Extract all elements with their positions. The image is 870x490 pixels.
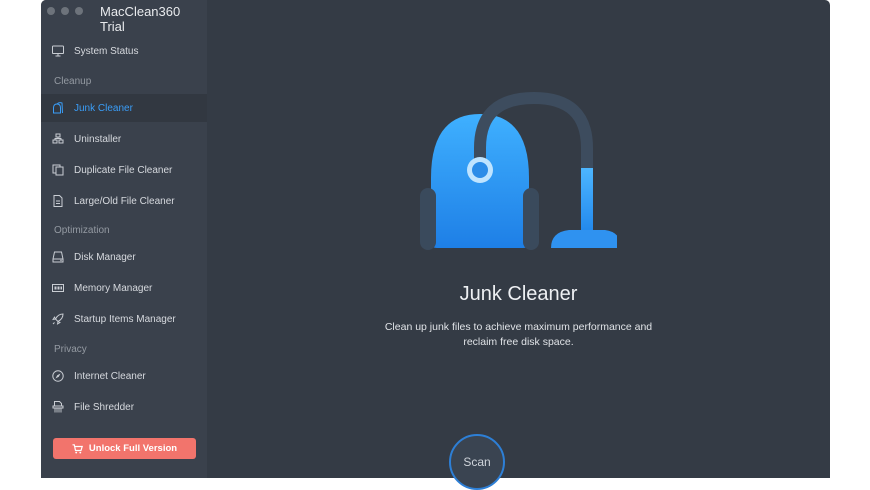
page-description: Clean up junk files to achieve maximum p… — [207, 320, 830, 350]
vacuum-icon — [53, 102, 63, 114]
rocket-icon — [52, 313, 64, 325]
sidebar: MacClean360 Trial System Status Cleanup … — [41, 0, 207, 478]
sidebar-item-uninstaller[interactable]: Uninstaller — [41, 125, 207, 153]
sidebar-item-duplicate-file-cleaner[interactable]: Duplicate File Cleaner — [41, 156, 207, 184]
cart-icon — [72, 443, 83, 453]
file-icon — [53, 195, 63, 207]
close-window-button[interactable] — [47, 7, 55, 15]
sidebar-item-label: File Shredder — [74, 401, 135, 413]
monitor-icon — [52, 45, 64, 57]
sidebar-item-label: Duplicate File Cleaner — [74, 164, 173, 176]
compass-icon — [52, 370, 64, 382]
sidebar-item-label: Memory Manager — [74, 282, 153, 294]
shredder-icon — [52, 401, 64, 413]
sidebar-item-label: Startup Items Manager — [74, 313, 176, 325]
sidebar-item-internet-cleaner[interactable]: Internet Cleaner — [41, 362, 207, 390]
scan-button[interactable]: Scan — [449, 434, 505, 490]
section-label-privacy: Privacy — [54, 344, 87, 355]
uninstaller-icon — [52, 133, 64, 144]
sidebar-item-label: Large/Old File Cleaner — [74, 195, 175, 207]
sidebar-item-system-status[interactable]: System Status — [41, 37, 207, 65]
sidebar-item-memory-manager[interactable]: Memory Manager — [41, 274, 207, 302]
app-window: MacClean360 Trial System Status Cleanup … — [41, 0, 830, 478]
sidebar-item-label: Uninstaller — [74, 133, 122, 145]
memory-icon — [52, 284, 64, 292]
unlock-button-label: Unlock Full Version — [88, 443, 178, 454]
sidebar-item-startup-items-manager[interactable]: Startup Items Manager — [41, 305, 207, 333]
section-label-cleanup: Cleanup — [54, 76, 92, 87]
main-content: Junk Cleaner Clean up junk files to achi… — [207, 0, 830, 478]
sidebar-item-file-shredder[interactable]: File Shredder — [41, 393, 207, 421]
sidebar-item-junk-cleaner[interactable]: Junk Cleaner — [41, 94, 207, 122]
sidebar-item-disk-manager[interactable]: Disk Manager — [41, 243, 207, 271]
description-line: reclaim free disk space. — [463, 336, 574, 348]
sidebar-item-label: Disk Manager — [74, 251, 136, 263]
unlock-full-version-button[interactable]: Unlock Full Version — [53, 438, 196, 459]
sidebar-item-label: System Status — [74, 45, 139, 57]
duplicate-icon — [52, 164, 64, 176]
window-controls — [47, 7, 83, 15]
section-label-optimization: Optimization — [54, 225, 110, 236]
zoom-window-button[interactable] — [75, 7, 83, 15]
minimize-window-button[interactable] — [61, 7, 69, 15]
sidebar-item-large-old-file-cleaner[interactable]: Large/Old File Cleaner — [41, 187, 207, 215]
sidebar-item-label: Internet Cleaner — [74, 370, 146, 382]
description-line: Clean up junk files to achieve maximum p… — [384, 321, 653, 333]
disk-icon — [52, 251, 64, 263]
sidebar-item-label: Junk Cleaner — [74, 102, 133, 114]
vacuum-cleaner-icon — [420, 91, 617, 250]
app-title: MacClean360 Trial — [100, 4, 181, 34]
page-title: Junk Cleaner — [459, 283, 578, 305]
